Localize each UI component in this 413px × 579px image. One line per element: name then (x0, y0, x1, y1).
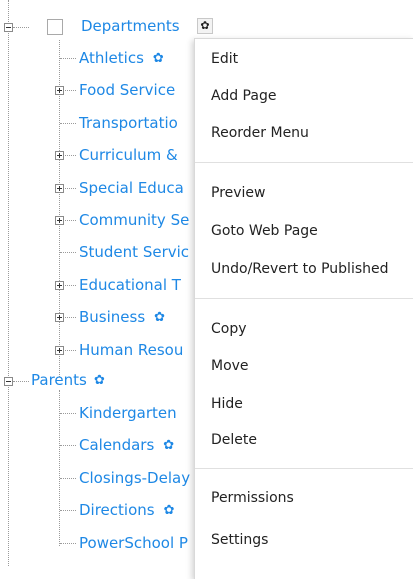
expand-toggle[interactable] (55, 313, 64, 323)
menu-item-move[interactable]: Move (211, 357, 249, 375)
tree-connector (60, 122, 76, 124)
menu-item-hide[interactable]: Hide (211, 395, 243, 413)
tree-item-special-educa[interactable]: Special Educa (79, 179, 184, 197)
tree-connector (60, 510, 76, 512)
collapse-toggle[interactable] (4, 377, 13, 386)
menu-item-edit[interactable]: Edit (211, 50, 238, 68)
tree-item-business[interactable]: Business (79, 308, 145, 326)
menu-item-permissions[interactable]: Permissions (211, 489, 294, 507)
tree-item-calendars[interactable]: Calendars (79, 436, 154, 454)
tree-connector (13, 381, 29, 382)
tree-item-closings-delay[interactable]: Closings-Delay (79, 469, 190, 487)
tree-connector (60, 58, 76, 59)
menu-item-goto-web-page[interactable]: Goto Web Page (211, 222, 318, 240)
menu-item-preview[interactable]: Preview (211, 184, 266, 202)
collapse-toggle[interactable] (4, 23, 13, 32)
tree-item-curriculum[interactable]: Curriculum & (79, 146, 178, 164)
tree-connector (60, 542, 76, 544)
menu-separator (195, 298, 413, 299)
tree-connector (8, 0, 9, 566)
gear-icon[interactable]: ✿ (163, 439, 174, 452)
expand-toggle[interactable] (55, 216, 64, 225)
menu-item-settings[interactable]: Settings (211, 531, 268, 549)
gear-icon[interactable]: ✿ (154, 311, 165, 324)
menu-separator (195, 162, 413, 163)
gear-icon[interactable]: ✿ (94, 374, 105, 387)
menu-separator (195, 468, 413, 469)
tree-item-food-service[interactable]: Food Service (79, 81, 175, 99)
expand-toggle[interactable] (55, 151, 64, 161)
expand-toggle[interactable] (55, 183, 64, 193)
tree-item-community-se[interactable]: Community Se (79, 211, 189, 229)
menu-item-delete[interactable]: Delete (211, 431, 257, 449)
expand-toggle[interactable] (55, 345, 64, 355)
tree-connector (60, 445, 76, 447)
gear-icon[interactable]: ✿ (153, 52, 164, 65)
tree-item-transportatio[interactable]: Transportatio (79, 114, 178, 132)
tree-item-parents[interactable]: Parents (31, 371, 87, 389)
tree-connector (60, 413, 76, 414)
expand-toggle[interactable] (55, 86, 64, 96)
departments-checkbox[interactable] (47, 19, 63, 35)
tree-item-directions[interactable]: Directions (79, 501, 155, 519)
tree-item-athletics[interactable]: Athletics (79, 49, 144, 67)
tree-connector (13, 27, 29, 28)
tree-item-student-servic[interactable]: Student Servic (79, 243, 189, 261)
menu-item-copy[interactable]: Copy (211, 320, 247, 338)
menu-item-add-page[interactable]: Add Page (211, 87, 276, 105)
context-menu: Edit Add Page Reorder Menu Preview Goto Web … (194, 38, 413, 579)
tree-item-educational-t[interactable]: Educational T (79, 276, 181, 294)
tree-item-human-resou[interactable]: Human Resou (79, 341, 183, 359)
menu-item-reorder-menu[interactable]: Reorder Menu (211, 124, 309, 142)
menu-item-undo-revert-to-published[interactable]: Undo/Revert to Published (211, 260, 389, 278)
expand-toggle[interactable] (55, 280, 64, 290)
tree-connector (60, 252, 76, 254)
tree-item-departments[interactable]: Departments (81, 17, 180, 35)
tree-connector (60, 477, 76, 479)
tree-item-kindergarten[interactable]: Kindergarten (79, 404, 177, 422)
gear-icon[interactable]: ✿ (164, 504, 175, 517)
tree-item-powerschool-p[interactable]: PowerSchool P (79, 534, 188, 552)
gear-icon[interactable]: ✿ (197, 18, 213, 34)
